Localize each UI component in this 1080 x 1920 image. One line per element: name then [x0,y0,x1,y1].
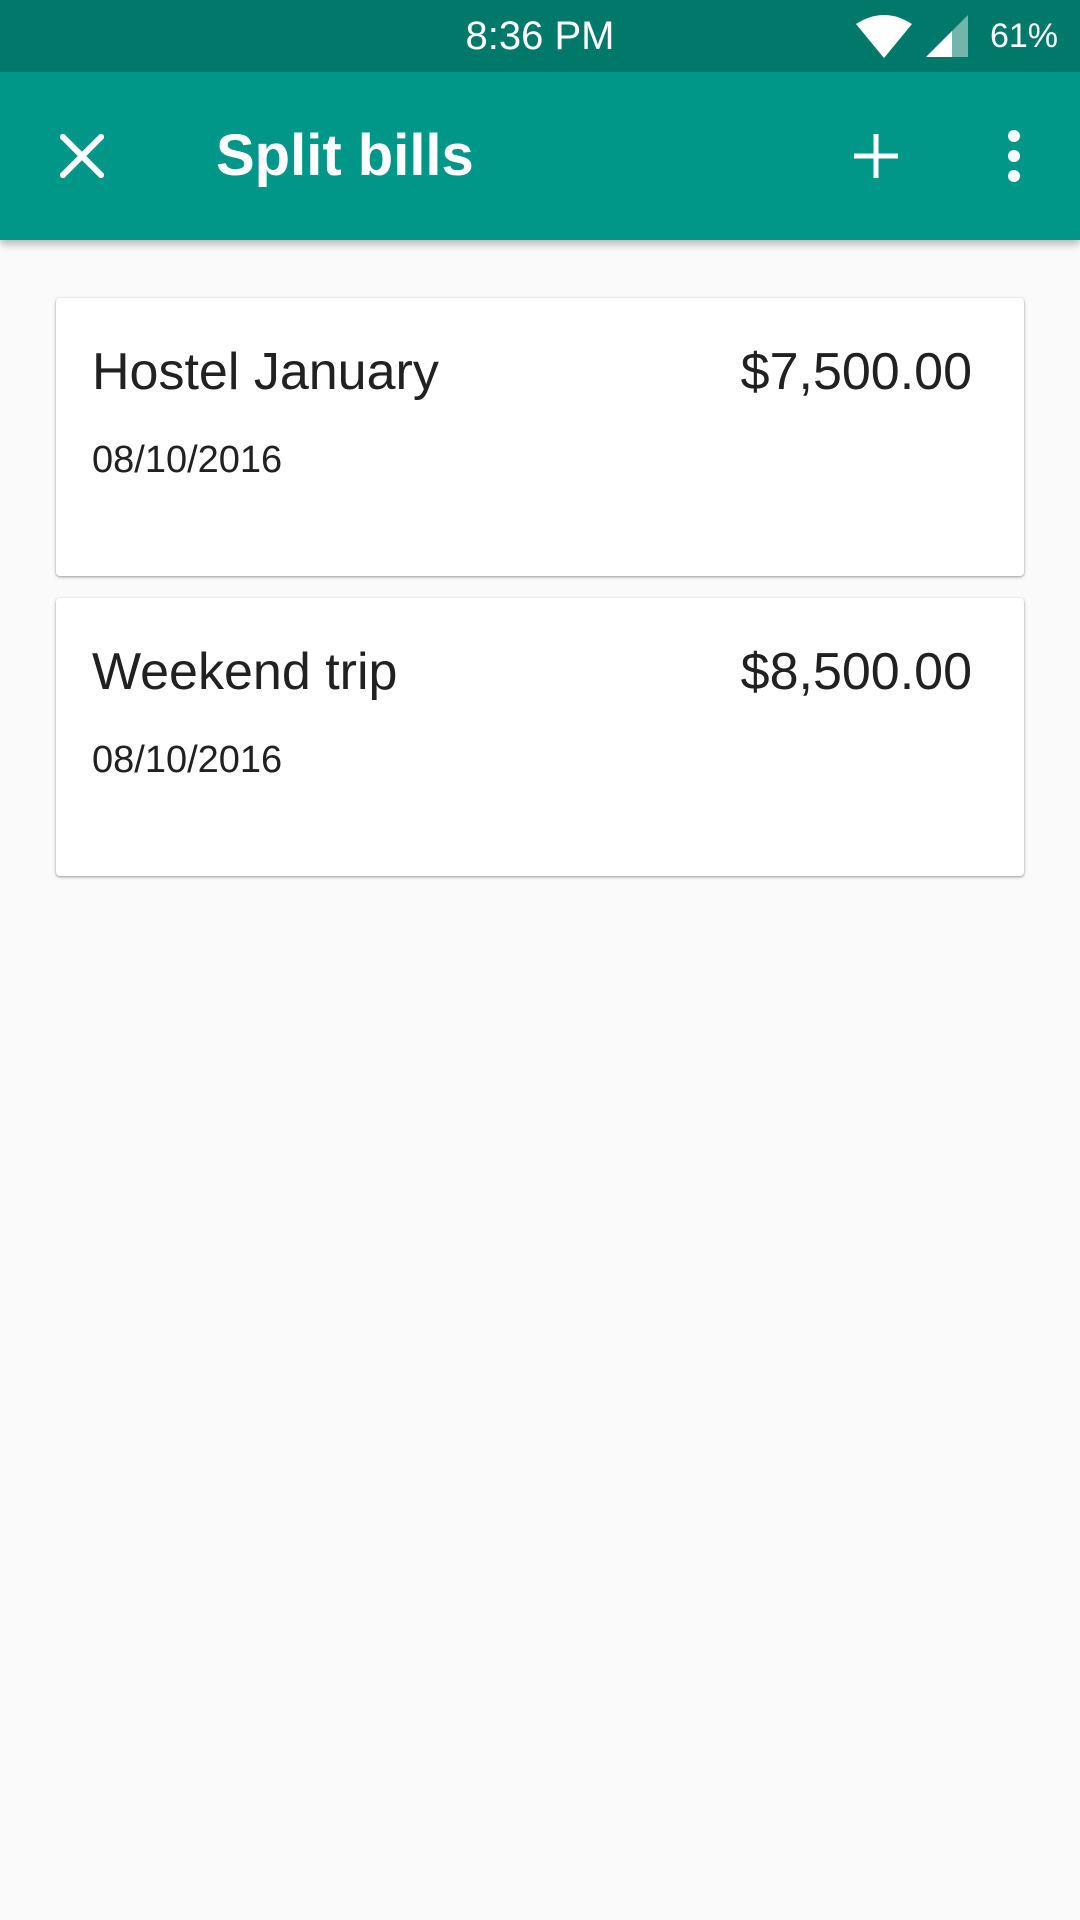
status-bar: 8:36 PM 61% [0,0,1080,72]
bill-date: 08/10/2016 [92,739,283,781]
app-bar: Split bills [0,72,1080,240]
more-vert-icon [1006,129,1022,187]
bill-amount: $7,500.00 [740,343,972,401]
bill-amount: $8,500.00 [740,643,972,701]
page-title: Split bills [216,123,474,188]
signal-icon [925,15,968,57]
status-icons: 61% [855,0,1058,72]
bill-name: Weekend trip [92,643,398,701]
add-bill-button[interactable] [828,110,924,206]
wifi-icon [855,14,912,58]
bill-date: 08/10/2016 [92,439,283,481]
bill-list: Hostel January $7,500.00 08/10/2016 Week… [56,298,1024,898]
more-options-button[interactable] [966,110,1062,206]
bill-card[interactable]: Weekend trip $8,500.00 08/10/2016 [56,598,1024,876]
bill-card[interactable]: Hostel January $7,500.00 08/10/2016 [56,298,1024,576]
close-icon [58,132,106,183]
bill-name: Hostel January [92,343,439,401]
add-icon [854,133,898,183]
split-bills-screen: 8:36 PM 61% Split bills Hostel January $… [0,0,1080,1920]
close-button[interactable] [34,110,130,206]
battery-percentage: 61% [989,17,1058,55]
